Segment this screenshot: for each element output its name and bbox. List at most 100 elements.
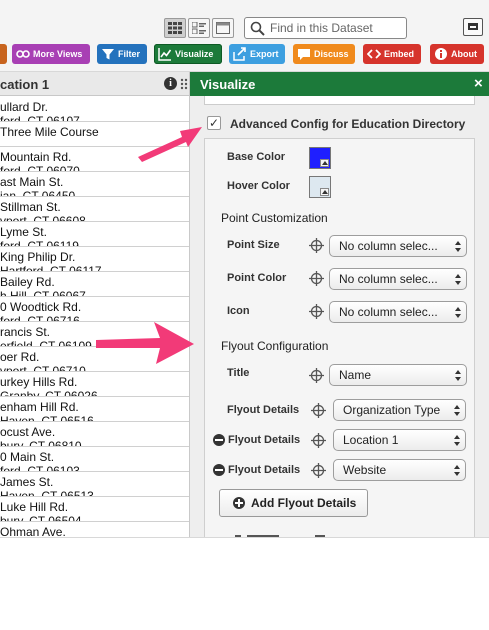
crosshair-icon[interactable]	[308, 303, 325, 320]
advanced-config-box: Base Color Hover Color Point Customizati…	[204, 138, 475, 537]
code-brackets-icon	[367, 49, 381, 59]
page-view-toggle[interactable]	[212, 18, 234, 38]
select-arrows-icon	[455, 241, 461, 252]
flyout-details-select[interactable]: Organization Type	[333, 399, 466, 421]
crosshair-icon[interactable]	[308, 367, 325, 384]
point-color-select[interactable]: No column selec...	[329, 268, 467, 290]
address-line: rancis St.	[0, 325, 51, 339]
select-arrows-icon	[454, 435, 460, 446]
select-arrows-icon	[454, 465, 460, 476]
address-line: Stillman St.	[0, 200, 61, 214]
close-icon[interactable]: ×	[474, 75, 483, 92]
about-button[interactable]: About	[430, 44, 484, 64]
address-line: Ohman Ave.	[0, 525, 66, 537]
point-size-select[interactable]: No column selec...	[329, 235, 467, 257]
annotation-arrow-icon	[138, 127, 202, 162]
remove-flyout-icon[interactable]	[213, 434, 225, 446]
city-line: Hartford, CT 06117	[0, 264, 102, 272]
search-input[interactable]	[270, 20, 404, 36]
table-row[interactable]: James St. Haven, CT 06513	[0, 472, 189, 497]
flyout-details-select[interactable]: Location 1	[333, 429, 466, 451]
grid-view-toggle[interactable]	[164, 18, 186, 38]
crosshair-icon[interactable]	[308, 270, 325, 287]
select-arrows-icon	[455, 307, 461, 318]
point-size-value: No column selec...	[339, 239, 438, 253]
address-line: Three Mile Course	[0, 125, 99, 139]
city-line: erfield, CT 06109	[0, 339, 92, 347]
address-line: urkey Hills Rd.	[0, 375, 78, 389]
column-info-icon[interactable]: i	[164, 77, 177, 90]
discuss-label: Discuss	[314, 49, 349, 59]
chevron-up-icon	[320, 159, 329, 167]
search-icon	[250, 21, 265, 36]
address-line: oer Rd.	[0, 350, 40, 364]
point-color-label: Point Color	[227, 272, 287, 284]
table-row[interactable]: Lyme St. ford, CT 06119	[0, 222, 189, 247]
about-label: About	[451, 49, 477, 59]
base-color-swatch[interactable]	[309, 147, 331, 169]
info-icon	[435, 48, 447, 60]
add-flyout-details-button[interactable]: Add Flyout Details	[219, 489, 368, 517]
flyout-details-select[interactable]: Website	[333, 459, 466, 481]
table-row[interactable]: 0 Main St. ford, CT 06103	[0, 447, 189, 472]
advanced-config-checkbox[interactable]: ✓	[207, 116, 221, 130]
crosshair-icon[interactable]	[310, 402, 327, 419]
more-views-button[interactable]: More Views	[12, 44, 90, 64]
table-row[interactable]: ast Main St. ian, CT 06450	[0, 172, 189, 197]
table-row[interactable]: Bailey Rd. h Hill, CT 06067	[0, 272, 189, 297]
address-line: ocust Ave.	[0, 425, 56, 439]
point-color-value: No column selec...	[339, 272, 438, 286]
filter-icon	[102, 49, 114, 60]
crosshair-icon[interactable]	[310, 462, 327, 479]
city-line: Haven, CT 06516	[0, 414, 94, 422]
select-arrows-icon	[455, 274, 461, 285]
table-row[interactable]: enham Hill Rd. Haven, CT 06516	[0, 397, 189, 422]
remove-flyout-icon[interactable]	[213, 464, 225, 476]
table-row[interactable]: Stillman St. vport, CT 06608	[0, 197, 189, 222]
filter-button[interactable]: Filter	[97, 44, 147, 64]
hover-color-label: Hover Color	[227, 180, 290, 192]
column-header[interactable]: cation 1 i	[0, 72, 189, 96]
city-line: vport, CT 06608	[0, 214, 86, 222]
city-line: ford, CT 06107	[0, 114, 80, 122]
address-line: Mountain Rd.	[0, 150, 72, 164]
city-line: vport, CT 06710	[0, 364, 86, 372]
flyout-title-select[interactable]: Name	[329, 364, 467, 386]
city-line: ian, CT 06450	[0, 189, 76, 197]
table-row[interactable]: Ohman Ave.	[0, 522, 189, 537]
table-row[interactable]: ocust Ave. bury, CT 06810	[0, 422, 189, 447]
flyout-configuration-heading: Flyout Configuration	[221, 339, 329, 353]
fullscreen-button[interactable]	[463, 18, 483, 36]
point-size-label: Point Size	[227, 239, 280, 251]
list-view-toggle[interactable]	[188, 18, 210, 38]
annotation-arrow-icon	[96, 322, 194, 364]
icon-select[interactable]: No column selec...	[329, 301, 467, 323]
column-menu-icon[interactable]	[180, 77, 188, 91]
embed-button[interactable]: Embed	[363, 44, 421, 64]
address-line: Bailey Rd.	[0, 275, 55, 289]
visualize-panel-header: Visualize ×	[190, 72, 489, 96]
discuss-button[interactable]: Discuss	[293, 44, 355, 64]
cut-off-toolbar-button[interactable]	[0, 44, 7, 64]
crosshair-icon[interactable]	[308, 237, 325, 254]
flyout-title-value: Name	[339, 368, 372, 382]
table-row[interactable]: Luke Hill Rd. bury, CT 06504	[0, 497, 189, 522]
table-row[interactable]: urkey Hills Rd. Granby, CT 06026	[0, 372, 189, 397]
advanced-config-label: Advanced Config for Education Directory	[230, 117, 466, 131]
dataset-search[interactable]	[244, 17, 407, 39]
page-footer-blank	[0, 537, 489, 630]
export-button[interactable]: Export	[229, 44, 285, 64]
grid-rows: ullard Dr. ford, CT 06107 Three Mile Cours…	[0, 97, 189, 537]
city-line: ford, CT 06070	[0, 164, 80, 172]
city-line: h Hill, CT 06067	[0, 289, 86, 297]
table-row[interactable]: King Philip Dr. Hartford, CT 06117	[0, 247, 189, 272]
crosshair-icon[interactable]	[310, 432, 327, 449]
city-line: ford, CT 06103	[0, 464, 80, 472]
city-line: Granby, CT 06026	[0, 389, 98, 397]
visualize-button[interactable]: Visualize	[154, 44, 222, 64]
list-view-icon	[192, 22, 206, 34]
point-customization-heading: Point Customization	[221, 211, 328, 225]
more-views-label: More Views	[33, 49, 83, 59]
hover-color-swatch[interactable]	[309, 176, 331, 198]
grid-view-icon	[168, 22, 182, 34]
